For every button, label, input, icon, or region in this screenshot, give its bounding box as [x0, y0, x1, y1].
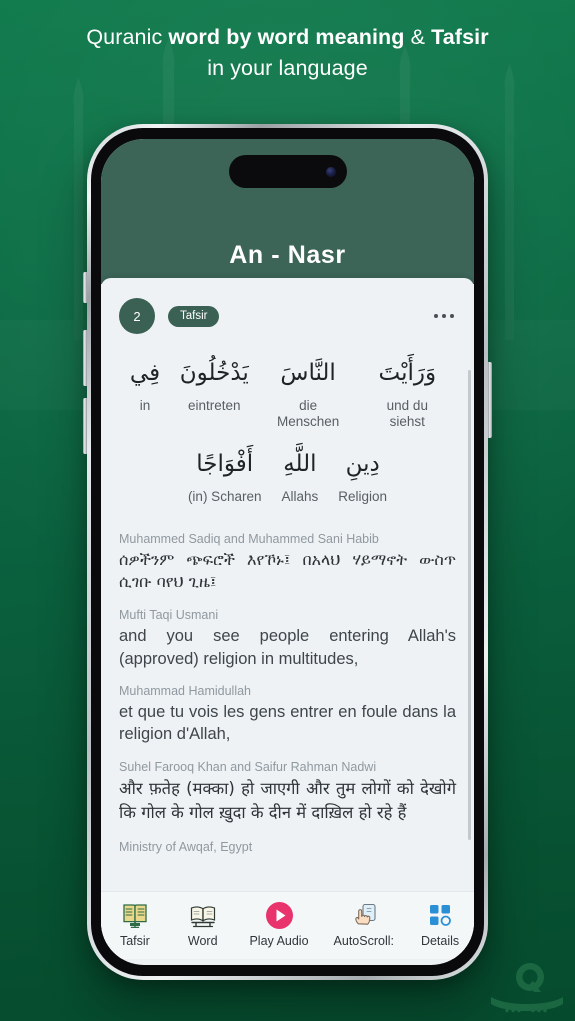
- promo-headline-line2: in your language: [207, 55, 368, 80]
- hand-swipe-icon: [351, 900, 377, 930]
- nav-label: Tafsir: [119, 934, 150, 948]
- bottom-navigation-bar: Tafsir Word Play Audio AutoScroll: Detai…: [101, 891, 474, 959]
- promo-bold-tafsir: Tafsir: [431, 25, 489, 49]
- translation-text: ሰዎችንም ጭፍሮች እየኾኑ፤ በአላህ ሃይማኖት ውስጥ ሲገቡ ባየህ …: [119, 549, 456, 592]
- translation-block: Muhammad Hamidullah et que tu vois les g…: [119, 684, 456, 746]
- word-translation: in: [139, 397, 151, 413]
- nav-label: Word: [187, 934, 218, 948]
- word-arabic: دِينِ: [345, 451, 380, 478]
- nav-label: Details: [420, 934, 460, 948]
- tafsir-chip[interactable]: Tafsir: [168, 305, 220, 327]
- nav-item-play-audio[interactable]: Play Audio: [237, 900, 322, 948]
- word-by-word-row-2: دِينِ Religion اللَّهِ Allahs أَفْوَاجًا…: [119, 447, 456, 505]
- translation-author: Muhammad Hamidullah: [119, 683, 252, 698]
- promo-bold-word-by-word: word by word meaning: [168, 25, 405, 49]
- promo-prefix: Quranic: [86, 25, 169, 49]
- word-arabic: اللَّهِ: [283, 451, 317, 478]
- phone-screen: An - Nasr 2 Tafsir وَرَأَيْتَ und du sie…: [101, 139, 474, 965]
- translation-text: और फ़तेह (मक्का) हो जाएगी और तुम लोगों क…: [119, 778, 456, 823]
- word-token[interactable]: يَدْخُلُونَ eintreten: [171, 356, 258, 414]
- translation-block: Ministry of Awqaf, Egypt: [119, 840, 456, 854]
- brand-watermark: [489, 961, 567, 1015]
- translation-text: et que tu vois les gens entrer en foule …: [119, 702, 456, 744]
- verse-toolbar: 2 Tafsir: [119, 298, 456, 334]
- nav-label: Play Audio: [249, 934, 309, 948]
- nav-item-word[interactable]: Word: [169, 900, 237, 948]
- translation-author: Mufti Taqi Usmani: [119, 608, 219, 623]
- quran-book-icon: [121, 900, 149, 930]
- phone-power-button[interactable]: [488, 362, 492, 438]
- more-options-icon[interactable]: [432, 308, 457, 325]
- dot: [441, 313, 446, 319]
- word-translation: Religion: [338, 488, 388, 504]
- open-book-icon: [189, 900, 217, 930]
- play-circle-icon: [265, 900, 294, 930]
- phone-silence-switch[interactable]: [83, 272, 87, 303]
- word-token[interactable]: أَفْوَاجًا (in) Scharen: [178, 447, 272, 505]
- phone-volume-up-button[interactable]: [83, 330, 87, 386]
- vertical-scrollbar[interactable]: [468, 370, 471, 840]
- word-arabic: يَدْخُلُونَ: [179, 360, 249, 386]
- word-translation: (in) Scharen: [187, 488, 262, 504]
- word-arabic: النَّاسَ: [280, 360, 336, 386]
- word-by-word-row-1: وَرَأَيْتَ und du siehst النَّاسَ die Me…: [119, 356, 456, 431]
- word-token[interactable]: اللَّهِ Allahs: [271, 447, 328, 505]
- phone-bezel: An - Nasr 2 Tafsir وَرَأَيْتَ und du sie…: [91, 128, 484, 976]
- translation-block: Muhammed Sadiq and Muhammed Sani Habib ሰ…: [119, 532, 456, 594]
- word-translation: und du siehst: [386, 397, 428, 430]
- nav-label: AutoScroll:: [333, 934, 394, 948]
- word-translation: Allahs: [281, 488, 319, 504]
- dynamic-island: [228, 155, 347, 188]
- dot: [449, 313, 454, 319]
- word-arabic: فِي: [129, 360, 161, 386]
- app-header: An - Nasr: [101, 139, 474, 284]
- word-token[interactable]: دِينِ Religion: [328, 447, 397, 505]
- grid-squares-icon: [428, 900, 452, 930]
- word-arabic: أَفْوَاجًا: [196, 451, 254, 478]
- word-arabic: وَرَأَيْتَ: [378, 360, 437, 386]
- nav-item-autoscroll[interactable]: AutoScroll:: [321, 900, 406, 948]
- dot: [433, 313, 438, 319]
- translation-author: Muhammed Sadiq and Muhammed Sani Habib: [119, 531, 379, 546]
- translation-block: Mufti Taqi Usmani and you see people ent…: [119, 608, 456, 670]
- word-translation: eintreten: [188, 397, 241, 413]
- translation-block: Suhel Farooq Khan and Saifur Rahman Nadw…: [119, 760, 456, 826]
- verse-scroll-area[interactable]: 2 Tafsir وَرَأَيْتَ und du siehst النَّا…: [101, 278, 474, 891]
- promo-headline: Quranic word by word meaning & Tafsir in…: [0, 22, 575, 83]
- promo-headline-line1: Quranic word by word meaning & Tafsir: [0, 22, 575, 53]
- ayah-number-badge[interactable]: 2: [119, 298, 155, 334]
- nav-item-details[interactable]: Details: [406, 900, 474, 948]
- page-title: An - Nasr: [229, 241, 346, 269]
- nav-item-tafsir[interactable]: Tafsir: [101, 900, 169, 948]
- phone-mockup: An - Nasr 2 Tafsir وَرَأَيْتَ und du sie…: [87, 124, 488, 980]
- verse-content-panel: 2 Tafsir وَرَأَيْتَ und du siehst النَّا…: [101, 278, 474, 959]
- phone-volume-down-button[interactable]: [83, 398, 87, 454]
- word-translation: die Menschen: [276, 397, 340, 430]
- translation-text: and you see people entering Allah's (app…: [119, 627, 456, 668]
- word-token[interactable]: وَرَأَيْتَ und du siehst: [359, 356, 456, 431]
- promo-ampersand: &: [404, 25, 432, 49]
- word-token[interactable]: فِي in: [119, 356, 171, 414]
- translation-author: Ministry of Awqaf, Egypt: [119, 839, 253, 854]
- translation-author: Suhel Farooq Khan and Saifur Rahman Nadw…: [119, 759, 377, 774]
- front-camera-icon: [325, 166, 336, 177]
- word-token[interactable]: النَّاسَ die Menschen: [258, 356, 359, 431]
